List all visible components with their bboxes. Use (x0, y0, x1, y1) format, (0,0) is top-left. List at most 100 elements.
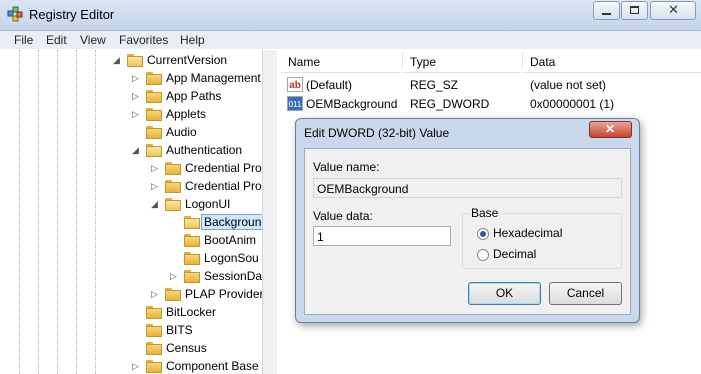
collapsed-arrow-icon[interactable]: ▷ (151, 162, 161, 174)
folder-icon (146, 90, 162, 103)
maximize-button[interactable] (621, 1, 648, 20)
menu-edit[interactable]: Edit (46, 33, 67, 47)
open-folder-icon (184, 216, 200, 229)
tree-node[interactable]: ◢ CurrentVersion (8, 52, 275, 70)
collapsed-arrow-icon[interactable]: ▷ (132, 90, 142, 102)
column-header-data[interactable]: Data (523, 50, 701, 73)
tree-scrollbar[interactable] (262, 50, 277, 374)
base-label: Base (469, 206, 501, 220)
tree-node[interactable]: ▷ Credential Pro (8, 178, 275, 196)
list-item[interactable]: 011 OEMBackground REG_DWORD 0x00000001 (… (281, 95, 701, 114)
collapsed-arrow-icon[interactable]: ▷ (132, 108, 142, 120)
tree-node[interactable]: ▷ SessionDat (8, 268, 275, 286)
tree-node-label: LogonSou (204, 251, 259, 265)
folder-icon (184, 234, 200, 247)
folder-icon (146, 72, 162, 85)
tree-node-label: Credential Pro (185, 179, 262, 193)
tree-node-label: App Paths (166, 89, 222, 103)
menu-help[interactable]: Help (180, 33, 205, 47)
tree-node[interactable]: Census (8, 340, 275, 358)
tree-node-label: SessionDat (204, 269, 266, 283)
tree-node[interactable]: ▷ PLAP Provider (8, 286, 275, 304)
hexadecimal-radio[interactable] (477, 228, 489, 240)
value-data-label: Value data: (313, 209, 373, 223)
minimize-icon (602, 13, 611, 15)
collapsed-arrow-icon[interactable]: ▷ (132, 72, 142, 84)
tree-node[interactable]: Audio (8, 124, 275, 142)
tree-node[interactable]: BITS (8, 322, 275, 340)
decimal-radio[interactable] (477, 249, 489, 261)
close-icon: ✕ (668, 2, 679, 17)
minimize-button[interactable] (593, 1, 620, 20)
tree-node[interactable]: BitLocker (8, 304, 275, 322)
tree-node[interactable]: ▷ Component Base (8, 358, 275, 374)
tree-node-label: BITS (166, 323, 193, 337)
folder-icon (146, 342, 162, 355)
dialog-close-button[interactable]: ✕ (589, 121, 632, 138)
expanded-arrow-icon[interactable]: ◢ (132, 144, 142, 156)
tree-node-label: BootAnim (204, 233, 257, 247)
tree-node[interactable]: Backgroun (8, 214, 275, 232)
tree-node-label: Applets (166, 107, 207, 121)
open-folder-icon (146, 144, 162, 157)
column-header-type[interactable]: Type (403, 50, 521, 73)
collapsed-arrow-icon[interactable]: ▷ (170, 270, 180, 282)
expanded-arrow-icon[interactable]: ◢ (151, 198, 161, 210)
menu-view[interactable]: View (80, 33, 106, 47)
dialog-body: Value name: OEMBackground Value data: 1 … (304, 148, 631, 315)
folder-icon (146, 306, 162, 319)
maximize-icon (630, 6, 639, 14)
value-data-input[interactable]: 1 (313, 226, 451, 246)
registry-editor-icon (7, 6, 23, 22)
cancel-button[interactable]: Cancel (549, 282, 622, 305)
collapsed-arrow-icon[interactable]: ▷ (132, 360, 142, 372)
collapsed-arrow-icon[interactable]: ▷ (151, 288, 161, 300)
tree-node-label: App Management (166, 71, 261, 85)
tree-node-label: Audio (166, 125, 197, 139)
folder-icon (146, 108, 162, 121)
tree-node[interactable]: LogonSou (8, 250, 275, 268)
tree-node[interactable]: ▷ Credential Pro (8, 160, 275, 178)
tree-node[interactable]: ▷ App Paths (8, 88, 275, 106)
tree-node-label: Credential Pro (185, 161, 262, 175)
menu-bar: File Edit View Favorites Help (0, 31, 701, 49)
ok-button[interactable]: OK (468, 282, 541, 305)
tree-node-label: LogonUI (185, 197, 231, 211)
tree-node-label: Census (166, 341, 207, 355)
collapsed-arrow-icon[interactable]: ▷ (151, 180, 161, 192)
value-name-field: OEMBackground (313, 178, 622, 198)
value-name-label: Value name: (313, 160, 380, 174)
tree-node-label: Backgroun (201, 214, 265, 230)
hexadecimal-label[interactable]: Hexadecimal (493, 226, 562, 240)
folder-icon (165, 288, 181, 301)
menu-file[interactable]: File (14, 33, 33, 47)
tree-node[interactable]: ◢ Authentication (8, 142, 275, 160)
decimal-label[interactable]: Decimal (493, 247, 536, 261)
string-value-icon: ab (287, 77, 303, 92)
tree-node[interactable]: ▷ Applets (8, 106, 275, 124)
menu-favorites[interactable]: Favorites (119, 33, 168, 47)
close-window-button[interactable]: ✕ (650, 1, 696, 20)
title-bar: Registry Editor ✕ (0, 0, 701, 31)
dialog-title: Edit DWORD (32-bit) Value (304, 126, 450, 140)
tree-node-label: PLAP Provider (185, 287, 264, 301)
column-header-name[interactable]: Name (281, 50, 401, 73)
tree-node[interactable]: ◢ LogonUI (8, 196, 275, 214)
list-item[interactable]: ab (Default) REG_SZ (value not set) (281, 76, 701, 95)
folder-icon (146, 324, 162, 337)
folder-icon (184, 252, 200, 265)
dword-value-icon: 011 (287, 96, 303, 111)
registry-key-tree[interactable]: ◢ CurrentVersion ▷ App Management ▷ App Paths… (8, 50, 276, 374)
close-icon: ✕ (605, 122, 616, 136)
tree-node-label: Authentication (166, 143, 243, 157)
tree-node-label: BitLocker (166, 305, 217, 319)
tree-node[interactable]: BootAnim (8, 232, 275, 250)
expanded-arrow-icon[interactable]: ◢ (113, 54, 123, 66)
tree-node[interactable]: ▷ App Management (8, 70, 275, 88)
folder-icon (165, 180, 181, 193)
